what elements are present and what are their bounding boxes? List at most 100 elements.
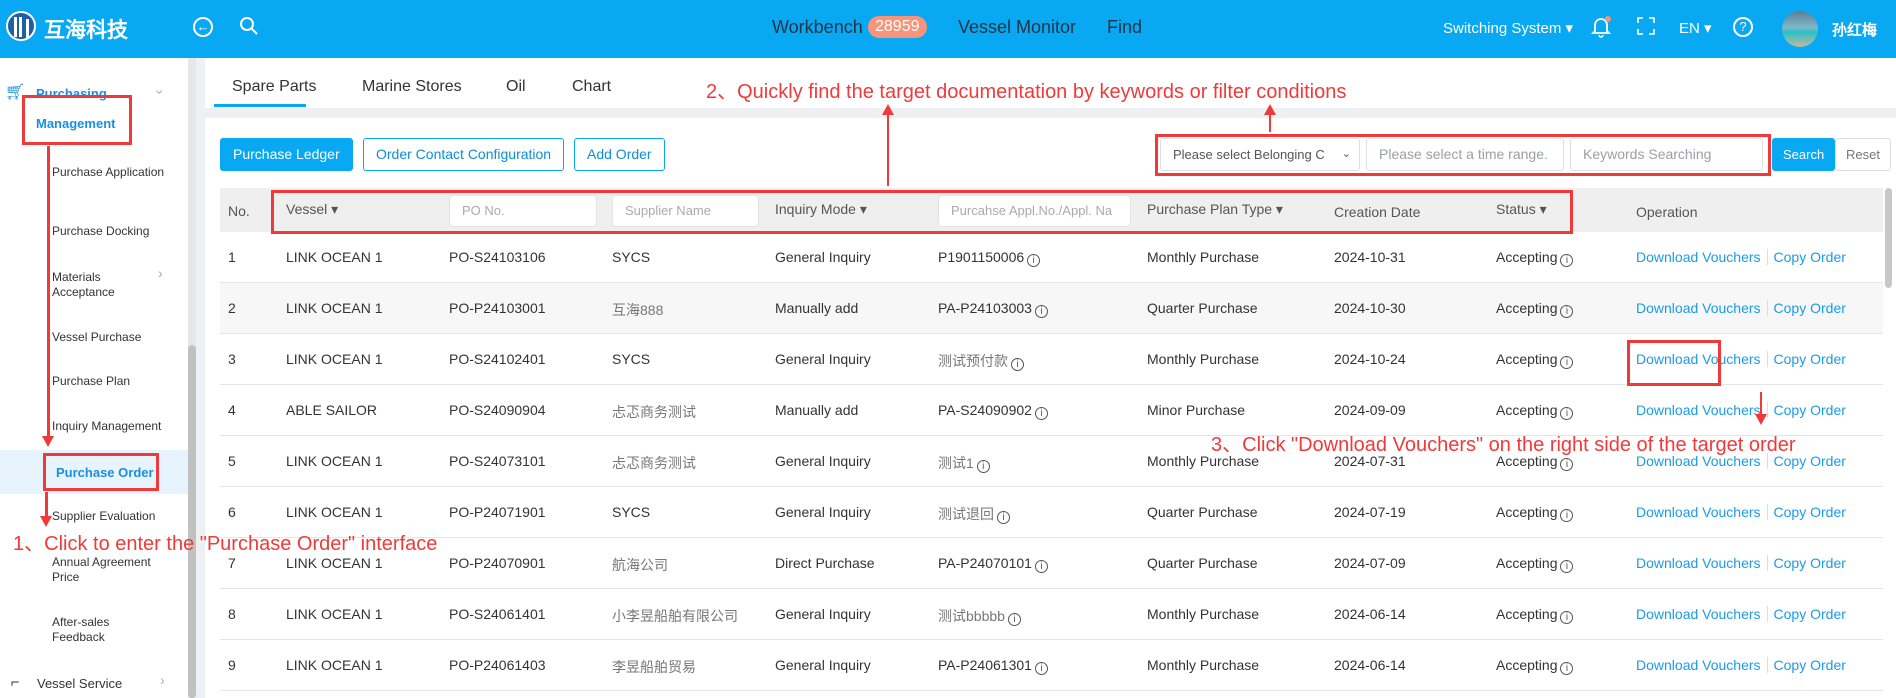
info-icon[interactable]: i — [1560, 356, 1574, 369]
language-dropdown[interactable]: EN ▾ — [1679, 19, 1712, 37]
cell-text: PO-S24073101 — [449, 453, 546, 469]
download-vouchers-link[interactable]: Download Vouchers — [1636, 402, 1761, 418]
download-vouchers-link[interactable]: Download Vouchers — [1636, 606, 1761, 622]
info-icon[interactable]: i — [1034, 560, 1048, 573]
info-icon[interactable]: i — [1560, 662, 1574, 675]
info-icon[interactable]: i — [1560, 611, 1574, 624]
copy-order-link[interactable]: Copy Order — [1774, 351, 1846, 367]
copy-order-link[interactable]: Copy Order — [1774, 657, 1846, 673]
sidebar-item-annual-agreement-price[interactable]: Annual Agreement Price — [52, 555, 152, 585]
sidebar-item-vessel-purchase[interactable]: Vessel Purchase — [52, 330, 172, 345]
info-icon[interactable]: i — [1560, 407, 1574, 420]
info-icon[interactable]: i — [1034, 662, 1048, 675]
search-icon[interactable] — [238, 16, 260, 38]
annotation-box-purchase-order — [43, 453, 159, 491]
cell-text: 8 — [228, 606, 236, 622]
top-header: 互海科技 ← Workbench 28959 Vessel Monitor Fi… — [0, 0, 1896, 58]
cell-text: PO-S24061401 — [449, 606, 546, 622]
col-no: No. — [228, 203, 250, 219]
info-icon[interactable]: i — [1034, 407, 1048, 420]
sidebar-item-materials-acceptance[interactable]: Materials Acceptance — [52, 270, 132, 300]
cell-text: 2024-06-14 — [1334, 606, 1406, 622]
table-row[interactable]: 6 LINK OCEAN 1 PO-P24071901 SYCS General Inq… — [220, 487, 1883, 538]
sidebar-scrollbar-thumb[interactable] — [188, 345, 196, 698]
info-icon[interactable]: i — [1034, 305, 1048, 318]
copy-order-link[interactable]: Copy Order — [1774, 606, 1846, 622]
info-icon[interactable]: i — [1560, 560, 1574, 573]
table-row[interactable]: 7 LINK OCEAN 1 PO-P24070901 航海公司 Direct Purc… — [220, 538, 1883, 589]
sidebar-group-vessel-service[interactable]: Vessel Service — [37, 676, 157, 691]
copy-order-link[interactable]: Copy Order — [1774, 504, 1846, 520]
sidebar-item-purchase-docking[interactable]: Purchase Docking — [52, 224, 172, 239]
info-icon[interactable]: i — [1007, 613, 1021, 626]
info-icon[interactable]: i — [1560, 254, 1574, 267]
info-icon[interactable]: i — [997, 511, 1010, 524]
cell-text: General Inquiry — [775, 504, 871, 520]
bell-icon[interactable] — [1590, 16, 1612, 38]
download-vouchers-link[interactable]: Download Vouchers — [1636, 300, 1761, 316]
table-row[interactable]: 9 LINK OCEAN 1 PO-P24061403 李昱船舶贸易 General I… — [220, 640, 1883, 691]
cell-supplier: SYCS — [612, 351, 650, 367]
cell-operation: Download Vouchers Copy Order — [1636, 606, 1846, 622]
download-vouchers-link[interactable]: Download Vouchers — [1636, 249, 1761, 265]
info-icon[interactable]: i — [1560, 509, 1574, 522]
purchase-ledger-button[interactable]: Purchase Ledger — [220, 138, 353, 171]
copy-order-link[interactable]: Copy Order — [1774, 555, 1846, 571]
cell-text: PO-S24103106 — [449, 249, 546, 265]
cell-text: ABLE SAILOR — [286, 402, 378, 418]
nav-vessel-monitor[interactable]: Vessel Monitor — [958, 17, 1076, 38]
copy-order-link[interactable]: Copy Order — [1774, 402, 1846, 418]
brand-logo-icon — [6, 11, 36, 41]
sidebar-item-after-sales-feedback[interactable]: After-sales Feedback — [52, 615, 132, 645]
help-icon[interactable]: ? — [1733, 17, 1753, 37]
copy-order-link[interactable]: Copy Order — [1774, 249, 1846, 265]
user-name[interactable]: 孙红梅 — [1832, 19, 1877, 40]
info-icon[interactable]: i — [1560, 458, 1574, 471]
table-scrollbar[interactable] — [1885, 188, 1892, 288]
nav-find[interactable]: Find — [1107, 17, 1142, 38]
chevron-down-icon[interactable]: › — [152, 90, 168, 95]
cell-plan-type: Monthly Purchase — [1147, 249, 1259, 265]
cell-plan-type: Monthly Purchase — [1147, 606, 1259, 622]
sidebar-item-inquiry-management[interactable]: Inquiry Management — [52, 419, 172, 434]
cell-text: Accepting — [1496, 504, 1558, 520]
tab-marine-stores[interactable]: Marine Stores — [362, 78, 462, 96]
back-icon[interactable]: ← — [193, 17, 213, 37]
order-contact-config-button[interactable]: Order Contact Configuration — [363, 138, 565, 171]
download-vouchers-link[interactable]: Download Vouchers — [1636, 504, 1761, 520]
cell-inquiry-mode: General Inquiry — [775, 657, 871, 673]
cell-text: PA-P24061301 — [938, 657, 1032, 673]
cell-creation-date: 2024-10-30 — [1334, 300, 1406, 316]
download-vouchers-link[interactable]: Download Vouchers — [1636, 555, 1761, 571]
nav-workbench[interactable]: Workbench — [772, 17, 863, 38]
sidebar-item-purchase-plan[interactable]: Purchase Plan — [52, 374, 172, 389]
fullscreen-icon[interactable] — [1635, 16, 1657, 38]
tab-spare-parts[interactable]: Spare Parts — [232, 78, 316, 96]
table-row[interactable]: 8 LINK OCEAN 1 PO-S24061401 小李昱船舶有限公司 Genera… — [220, 589, 1883, 640]
add-order-button[interactable]: Add Order — [574, 138, 665, 171]
cell-appl-no: PA-P24070101 i — [938, 555, 1048, 573]
cell-po-no: PO-S24061401 — [449, 606, 546, 622]
download-vouchers-link[interactable]: Download Vouchers — [1636, 657, 1761, 673]
sidebar-item-purchase-application[interactable]: Purchase Application — [52, 165, 172, 180]
cell-text: LINK OCEAN 1 — [286, 249, 383, 265]
switching-system-dropdown[interactable]: Switching System ▾ — [1443, 19, 1573, 37]
info-icon[interactable]: i — [976, 460, 990, 473]
cell-inquiry-mode: General Inquiry — [775, 504, 871, 520]
tab-oil[interactable]: Oil — [506, 78, 526, 96]
info-icon[interactable]: i — [1027, 254, 1041, 267]
cell-vessel: LINK OCEAN 1 — [286, 453, 382, 469]
copy-order-link[interactable]: Copy Order — [1774, 300, 1846, 316]
search-button[interactable]: Search — [1772, 138, 1836, 171]
cell-text: LINK OCEAN 1 — [286, 504, 383, 520]
tab-chart[interactable]: Chart — [572, 78, 611, 96]
cell-status: Accepting i — [1496, 504, 1574, 522]
table-row[interactable]: 1 LINK OCEAN 1 PO-S24103106 SYCS General Inq… — [220, 232, 1883, 283]
table-row[interactable]: 2 LINK OCEAN 1 PO-P24103001 互海888 Manually a… — [220, 283, 1883, 334]
info-icon[interactable]: i — [1011, 358, 1024, 371]
info-icon[interactable]: i — [1560, 305, 1574, 318]
reset-button[interactable]: Reset — [1835, 138, 1891, 171]
sidebar-item-supplier-evaluation[interactable]: Supplier Evaluation — [52, 509, 172, 524]
user-avatar[interactable] — [1782, 11, 1818, 47]
cell-row-no: 1 — [228, 249, 236, 265]
